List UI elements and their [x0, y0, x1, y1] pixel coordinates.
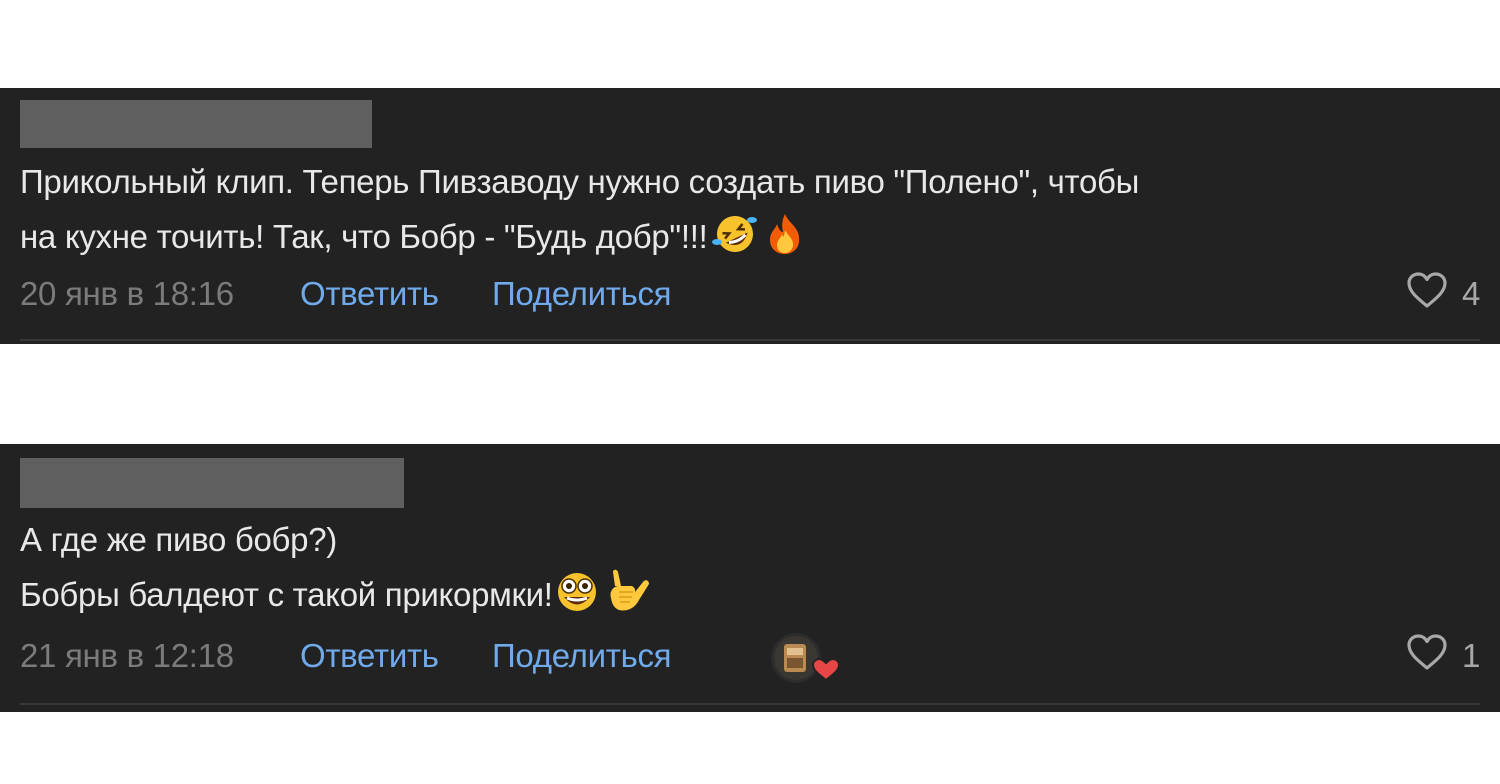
like-count: 4	[1461, 275, 1480, 312]
comment-text: А где же пиво бобр?) Бобры балдеют с так…	[20, 512, 1440, 630]
comment-date[interactable]: 20 янв в 18:16	[20, 274, 234, 314]
share-button[interactable]: Поделиться	[492, 636, 672, 676]
share-button[interactable]: Поделиться	[492, 274, 672, 314]
author-like-badge	[770, 632, 846, 684]
comment-date[interactable]: 21 янв в 12:18	[20, 636, 234, 676]
crazy-face-emoji	[553, 570, 601, 630]
call-me-hand-emoji	[605, 568, 653, 630]
rolling-on-floor-laughing-emoji	[711, 212, 759, 272]
reply-button[interactable]: Ответить	[300, 636, 439, 676]
comment-meta: 21 янв в 12:18 Ответить Поделиться 1	[20, 633, 1480, 683]
comment-text-line: А где же пиво бобр?)	[20, 521, 337, 558]
comment-text-line: Бобры балдеют с такой прикормки!	[20, 567, 1440, 630]
comment-text-line-content: на кухне точить! Так, что Бобр - "Будь д…	[20, 218, 708, 255]
like-button[interactable]: 1	[1406, 633, 1480, 676]
heart-outline-icon	[1406, 271, 1448, 318]
author-name-redacted	[20, 100, 372, 148]
comment-meta: 20 янв в 18:16 Ответить Поделиться 4	[20, 271, 1480, 314]
divider	[20, 339, 1480, 341]
heart-outline-icon	[1406, 633, 1448, 680]
divider	[20, 703, 1480, 705]
fire-emoji	[763, 212, 807, 272]
like-button[interactable]: 4	[1406, 271, 1480, 314]
like-count: 1	[1461, 637, 1480, 674]
comment-text: Прикольный клип. Теперь Пивзаводу нужно …	[20, 154, 1440, 272]
comment-text-line-content: Бобры балдеют с такой прикормки!	[20, 576, 553, 613]
author-name-redacted	[20, 458, 404, 508]
comment-card: А где же пиво бобр?) Бобры балдеют с так…	[0, 444, 1500, 712]
reply-button[interactable]: Ответить	[300, 274, 439, 314]
author-avatar-heart-icon	[771, 633, 841, 683]
comment-text-line: на кухне точить! Так, что Бобр - "Будь д…	[20, 209, 1440, 272]
comment-text-line: Прикольный клип. Теперь Пивзаводу нужно …	[20, 163, 1140, 200]
comment-card: Прикольный клип. Теперь Пивзаводу нужно …	[0, 88, 1500, 344]
